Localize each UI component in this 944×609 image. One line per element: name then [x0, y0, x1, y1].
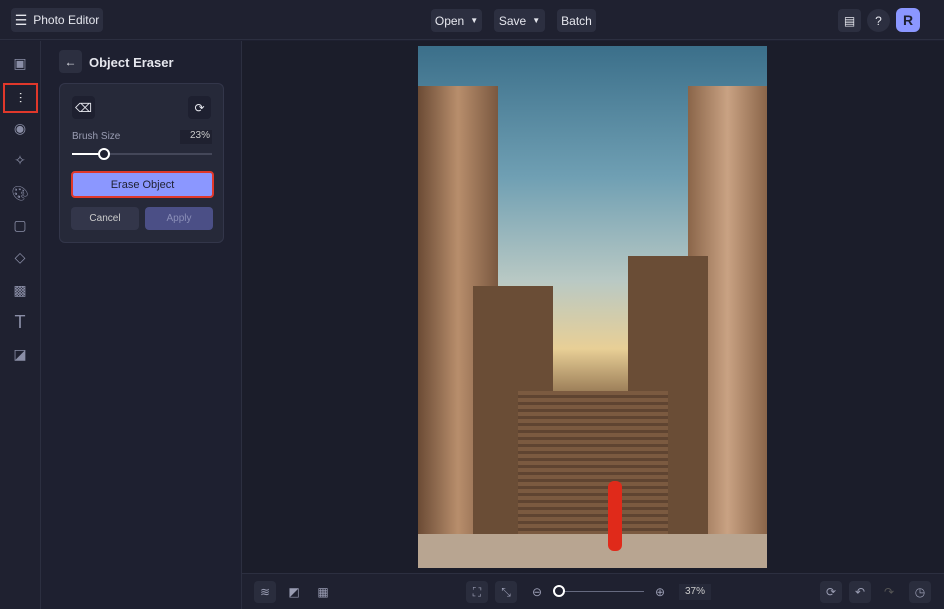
chevron-down-icon: ▼ — [532, 16, 541, 25]
actual-size-icon[interactable]: ⤡ — [495, 581, 517, 603]
photo-canvas[interactable] — [418, 46, 767, 568]
erase-mask — [608, 481, 622, 551]
effects-sparkle-icon[interactable]: ✧ — [8, 148, 32, 172]
history-icon[interactable]: ◷ — [909, 581, 931, 603]
tool-sidebar: ▣ ⫶ ◉ ✧ 🎨︎ ▢ ◇ ▩ T ◪ — [0, 41, 41, 609]
slider-handle[interactable] — [98, 148, 111, 160]
zoom-out-icon[interactable]: ⊖ — [526, 581, 548, 603]
zoom-slider-handle[interactable] — [552, 585, 565, 597]
frame-icon[interactable]: ▢ — [8, 213, 32, 237]
redo-icon[interactable]: ↷ — [878, 581, 900, 603]
hamburger-icon: ☰ — [14, 11, 28, 28]
help-icon[interactable]: ? — [867, 9, 890, 32]
back-arrow-icon[interactable]: ← — [59, 50, 82, 73]
top-bar: ☰ Photo Editor Open ▼ Save ▼ Batch ▤ ? R — [0, 0, 944, 40]
compare-icon[interactable]: ◩ — [283, 581, 305, 603]
tool-panel: ← Object Eraser ⌫ ⟳ Brush Size 23% Erase… — [42, 41, 242, 609]
batch-button[interactable]: Batch — [557, 9, 596, 32]
reset-icon[interactable]: ⟳ — [188, 96, 211, 119]
shapes-icon[interactable]: ◇ — [8, 245, 32, 269]
menu-button[interactable]: ☰ Photo Editor — [11, 8, 103, 32]
erase-object-button[interactable]: Erase Object — [71, 171, 214, 198]
layers-icon[interactable]: ≋ — [254, 581, 276, 603]
texture-icon[interactable]: ▩ — [8, 278, 32, 302]
palette-icon[interactable]: 🎨︎ — [8, 181, 32, 205]
eraser-icon[interactable]: ⌫ — [72, 96, 95, 119]
eye-icon[interactable]: ◉ — [8, 116, 32, 140]
cancel-button[interactable]: Cancel — [71, 207, 139, 230]
bottom-toolbar: ≋ ◩ ▦ ⛶ ⤡ ⊖ ⊕ 37% ⟳ ↶ ↷ ◷ — [242, 573, 944, 609]
zoom-value[interactable]: 37% — [679, 584, 711, 600]
open-button[interactable]: Open ▼ — [431, 9, 482, 32]
brush-size-label: Brush Size — [72, 131, 121, 142]
brush-size-slider[interactable] — [72, 148, 212, 160]
grid-icon[interactable]: ▦ — [312, 581, 334, 603]
panel-title: Object Eraser — [89, 55, 174, 70]
chevron-down-icon: ▼ — [470, 16, 479, 25]
app-title: Photo Editor — [33, 13, 100, 27]
brush-size-value[interactable]: 23% — [180, 130, 212, 144]
eraser-card: ⌫ ⟳ Brush Size 23% Erase Object Cancel A… — [59, 83, 224, 243]
fit-screen-icon[interactable]: ⛶ — [466, 581, 488, 603]
save-label: Save — [498, 13, 527, 28]
save-button[interactable]: Save ▼ — [494, 9, 545, 32]
overlay-icon[interactable]: ◪ — [8, 342, 32, 366]
comment-icon[interactable]: ▤ — [838, 9, 861, 32]
undo-icon[interactable]: ↶ — [849, 581, 871, 603]
open-label: Open — [434, 13, 465, 28]
text-icon[interactable]: T — [8, 310, 32, 334]
image-icon[interactable]: ▣ — [8, 51, 32, 75]
sync-icon[interactable]: ⟳ — [820, 581, 842, 603]
zoom-in-icon[interactable]: ⊕ — [649, 581, 671, 603]
adjust-sliders-icon[interactable]: ⫶ — [3, 83, 38, 113]
zoom-slider[interactable] — [552, 585, 644, 597]
apply-button[interactable]: Apply — [145, 207, 213, 230]
avatar[interactable]: R — [896, 8, 920, 32]
